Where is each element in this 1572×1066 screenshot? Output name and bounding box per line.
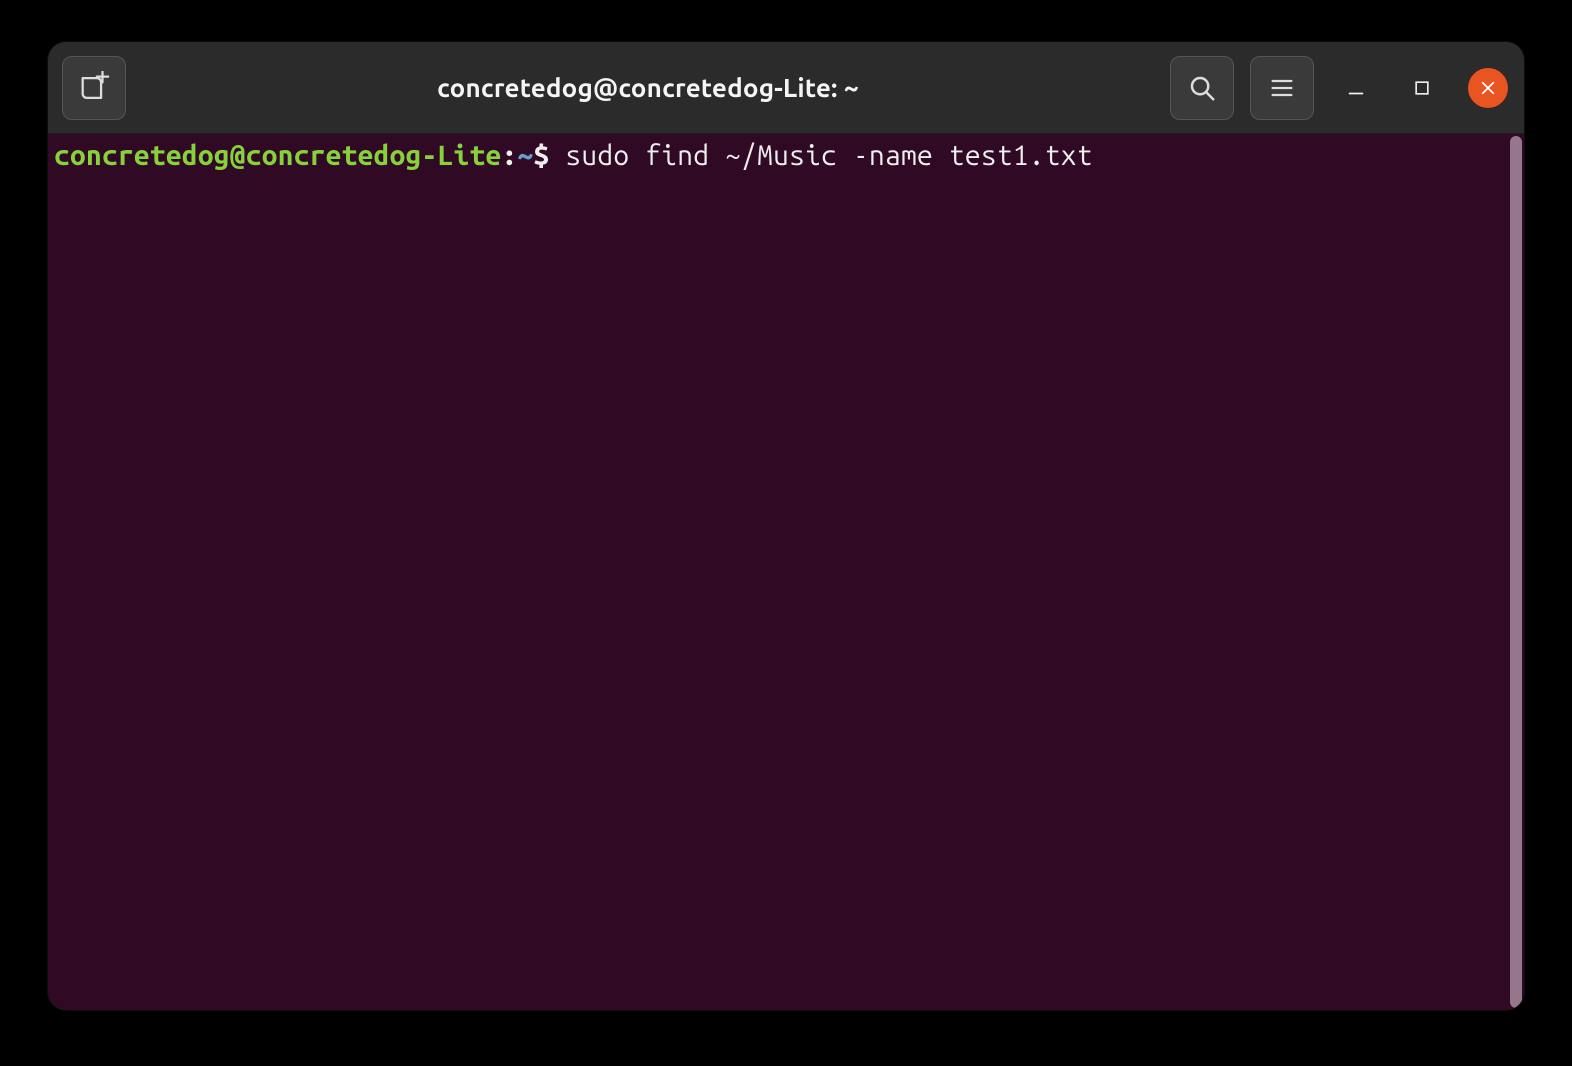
menu-button[interactable]: [1250, 56, 1314, 120]
scrollbar[interactable]: [1510, 134, 1524, 1010]
maximize-icon: [1412, 78, 1432, 98]
search-button[interactable]: [1170, 56, 1234, 120]
close-button[interactable]: [1468, 68, 1508, 108]
minimize-button[interactable]: [1336, 68, 1376, 108]
maximize-button[interactable]: [1402, 68, 1442, 108]
command-text: sudo find ~/Music -name test1.txt: [565, 140, 1092, 171]
window-controls: [1336, 68, 1508, 108]
hamburger-icon: [1268, 74, 1296, 102]
new-tab-button[interactable]: [62, 56, 126, 120]
prompt-symbol: $: [533, 140, 565, 171]
window-title: concretedog@concretedog-Lite: ~: [130, 73, 1166, 102]
new-tab-icon: [77, 71, 111, 105]
close-icon: [1479, 79, 1497, 97]
terminal-area[interactable]: concretedog@concretedog-Lite:~$ sudo fin…: [48, 134, 1510, 1010]
prompt-separator: :: [501, 140, 517, 171]
prompt-user-host: concretedog@concretedog-Lite: [54, 140, 501, 171]
search-icon: [1187, 73, 1217, 103]
minimize-icon: [1345, 77, 1367, 99]
terminal-window: concretedog@concretedog-Lite: ~: [48, 42, 1524, 1010]
scrollbar-thumb[interactable]: [1510, 136, 1522, 1008]
prompt-path: ~: [517, 140, 533, 171]
titlebar: concretedog@concretedog-Lite: ~: [48, 42, 1524, 134]
